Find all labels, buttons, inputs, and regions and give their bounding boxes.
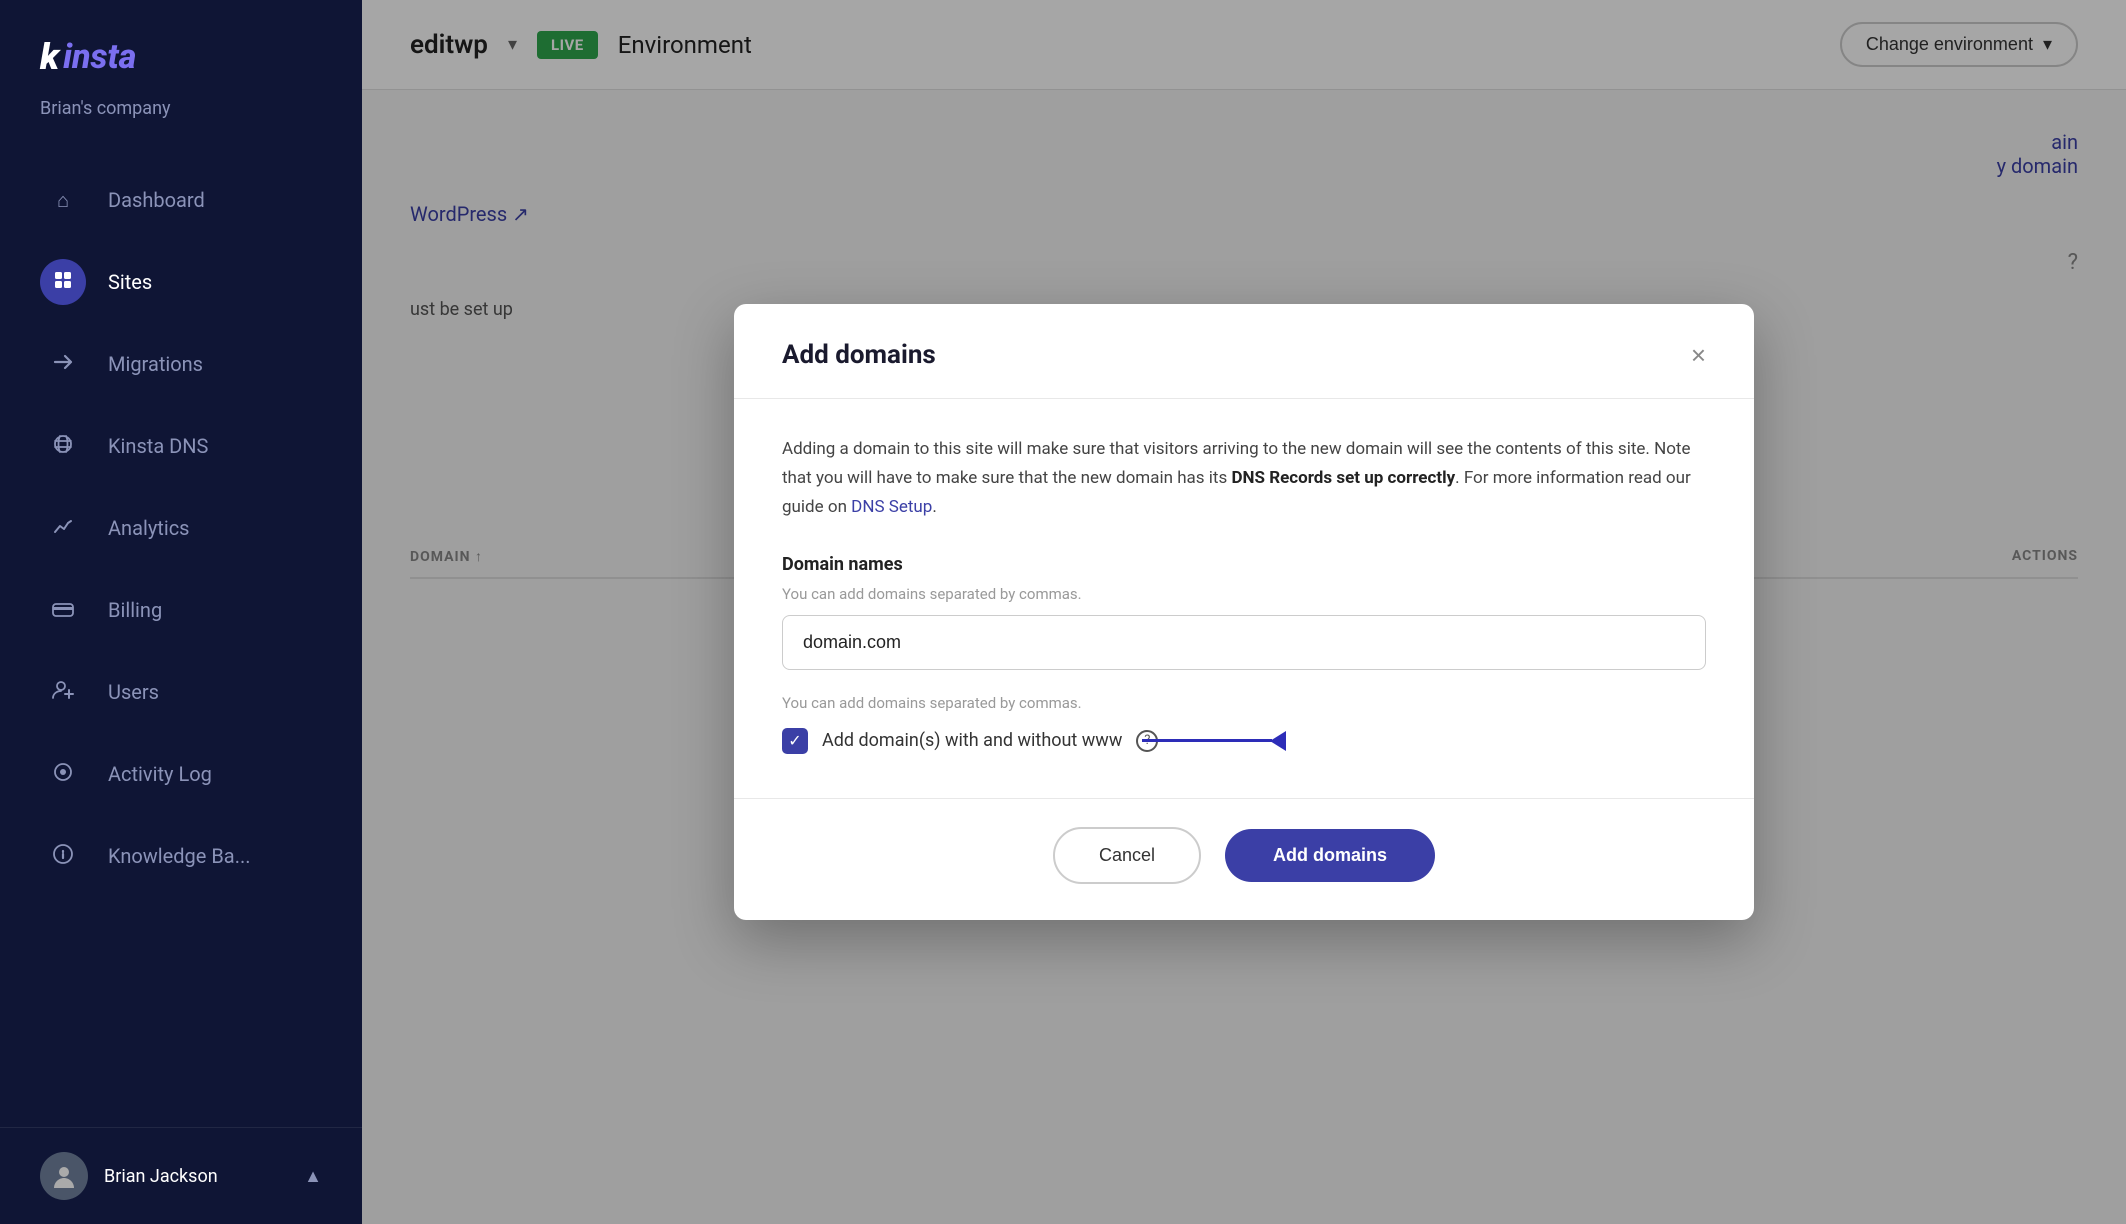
sidebar-item-sites[interactable]: Sites bbox=[0, 241, 362, 323]
domain-hint: You can add domains separated by commas. bbox=[782, 585, 1706, 603]
modal-header: Add domains × bbox=[734, 304, 1754, 399]
sidebar-logo: k insta bbox=[0, 0, 362, 98]
www-checkbox-row: ✓ Add domain(s) with and without www ? bbox=[782, 728, 1706, 754]
knowledge-base-icon-wrap bbox=[40, 833, 86, 879]
modal-body: Adding a domain to this site will make s… bbox=[734, 399, 1754, 798]
dns-icon bbox=[52, 433, 74, 460]
domain-names-label: Domain names bbox=[782, 554, 1706, 575]
sites-icon-wrap bbox=[40, 259, 86, 305]
sidebar-item-activity-log[interactable]: Activity Log bbox=[0, 733, 362, 815]
arrow-annotation bbox=[1142, 731, 1286, 751]
company-name: Brian's company bbox=[0, 98, 362, 149]
analytics-icon-wrap bbox=[40, 505, 86, 551]
sidebar-item-knowledge-base[interactable]: Knowledge Ba... bbox=[0, 815, 362, 897]
knowledge-base-icon bbox=[52, 843, 74, 870]
billing-icon bbox=[52, 598, 74, 622]
activity-log-icon-wrap bbox=[40, 751, 86, 797]
avatar bbox=[40, 1152, 88, 1200]
sidebar-item-label-activity-log: Activity Log bbox=[108, 762, 212, 786]
arrow-line bbox=[1142, 739, 1272, 742]
domain-hint2: You can add domains separated by commas. bbox=[782, 694, 1706, 712]
add-domains-modal: Add domains × Adding a domain to this si… bbox=[734, 304, 1754, 920]
sites-icon bbox=[52, 269, 74, 296]
sidebar-item-dashboard[interactable]: ⌂ Dashboard bbox=[0, 159, 362, 241]
description-bold: DNS Records set up correctly bbox=[1231, 468, 1455, 488]
sidebar-item-migrations[interactable]: Migrations bbox=[0, 323, 362, 405]
sidebar-item-analytics[interactable]: Analytics bbox=[0, 487, 362, 569]
dashboard-icon-wrap: ⌂ bbox=[40, 177, 86, 223]
sidebar-nav: ⌂ Dashboard Sites bbox=[0, 149, 362, 1127]
logo-text-rest: insta bbox=[63, 37, 136, 77]
www-checkbox[interactable]: ✓ bbox=[782, 728, 808, 754]
billing-icon-wrap bbox=[40, 587, 86, 633]
home-icon: ⌂ bbox=[57, 188, 69, 213]
description-end: . bbox=[932, 497, 936, 517]
modal-description: Adding a domain to this site will make s… bbox=[782, 435, 1706, 522]
add-domains-button[interactable]: Add domains bbox=[1225, 829, 1435, 882]
modal-close-button[interactable]: × bbox=[1691, 342, 1706, 368]
migrations-icon-wrap bbox=[40, 341, 86, 387]
sidebar-item-label-migrations: Migrations bbox=[108, 352, 203, 376]
sidebar-item-label-kinsta-dns: Kinsta DNS bbox=[108, 434, 208, 458]
sidebar-item-users[interactable]: Users bbox=[0, 651, 362, 733]
sidebar-item-kinsta-dns[interactable]: Kinsta DNS bbox=[0, 405, 362, 487]
footer-username: Brian Jackson bbox=[104, 1166, 218, 1187]
activity-log-icon bbox=[52, 761, 74, 788]
sidebar-item-label-users: Users bbox=[108, 680, 159, 704]
arrow-head bbox=[1270, 731, 1286, 751]
analytics-icon bbox=[52, 515, 74, 542]
sidebar-footer[interactable]: Brian Jackson ▲ bbox=[0, 1127, 362, 1224]
sidebar-item-label-billing: Billing bbox=[108, 598, 162, 622]
dns-setup-link[interactable]: DNS Setup bbox=[851, 497, 932, 517]
cancel-button[interactable]: Cancel bbox=[1053, 827, 1201, 884]
sidebar-item-label-analytics: Analytics bbox=[108, 516, 190, 540]
logo-text: k bbox=[40, 36, 59, 78]
sidebar-item-billing[interactable]: Billing bbox=[0, 569, 362, 651]
main-content-area: editwp ▾ LIVE Environment Change environ… bbox=[362, 0, 2126, 1224]
modal-title: Add domains bbox=[782, 340, 936, 370]
kinsta-dns-icon-wrap bbox=[40, 423, 86, 469]
sidebar: k insta Brian's company ⌂ Dashboard bbox=[0, 0, 362, 1224]
sidebar-item-label-sites: Sites bbox=[108, 270, 152, 294]
users-icon bbox=[52, 679, 74, 706]
migrations-icon bbox=[52, 351, 74, 378]
footer-chevron-icon: ▲ bbox=[304, 1166, 322, 1187]
checkmark-icon: ✓ bbox=[788, 731, 801, 750]
modal-backdrop: Add domains × Adding a domain to this si… bbox=[362, 0, 2126, 1224]
users-icon-wrap bbox=[40, 669, 86, 715]
modal-footer: Cancel Add domains bbox=[734, 798, 1754, 920]
sidebar-item-label-knowledge-base: Knowledge Ba... bbox=[108, 844, 251, 868]
sidebar-item-label-dashboard: Dashboard bbox=[108, 188, 205, 212]
www-checkbox-label: Add domain(s) with and without www bbox=[822, 730, 1122, 751]
domain-input[interactable] bbox=[782, 615, 1706, 670]
